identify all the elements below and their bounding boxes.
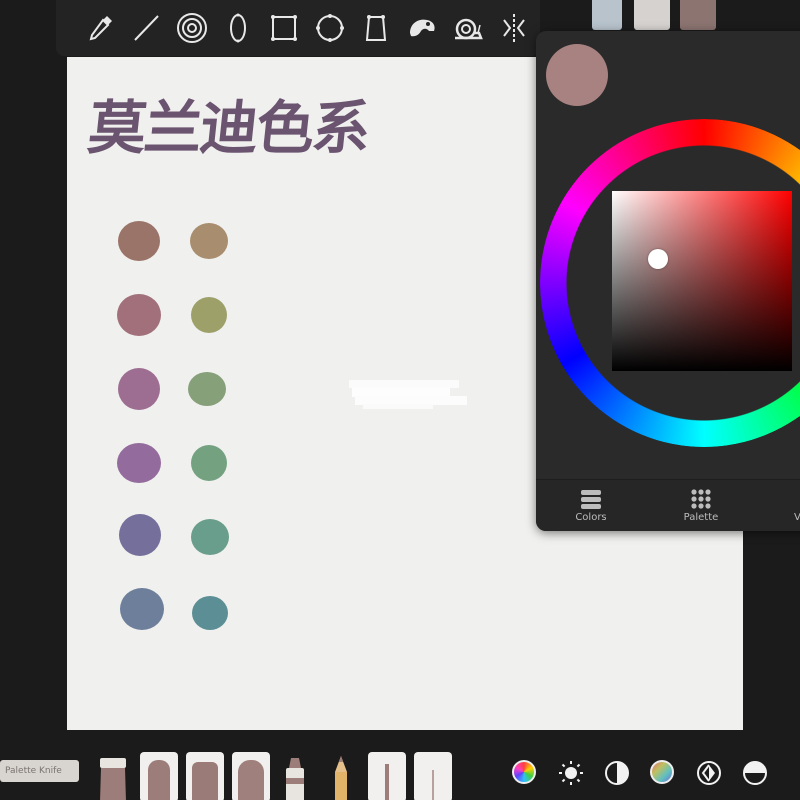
paint-swatch-right-1 (190, 223, 228, 259)
hue-icon[interactable] (650, 760, 676, 786)
paint-swatch-right-3 (188, 372, 226, 406)
paint-swatch-left-5 (119, 514, 161, 556)
paint-swatch-left-2 (117, 294, 161, 336)
palette-grid-icon (691, 489, 711, 509)
brush-fine-card[interactable] (414, 752, 452, 800)
line-icon[interactable] (126, 8, 166, 48)
top-swatch-2[interactable] (634, 0, 670, 30)
pencil-icon[interactable] (328, 754, 354, 800)
concentric-circles-icon[interactable] (172, 8, 212, 48)
brush-textured-card[interactable] (186, 752, 224, 800)
eyedropper-icon[interactable] (80, 8, 120, 48)
brush-textured-tip (192, 762, 218, 800)
contrast-icon[interactable] (604, 760, 630, 786)
color-picker-cursor[interactable] (648, 249, 668, 269)
half-circle-icon[interactable] (742, 760, 768, 786)
paint-tube-icon[interactable] (96, 754, 130, 800)
top-toolbar (56, 0, 540, 56)
perspective-rect-icon[interactable] (356, 8, 396, 48)
colors-stack-icon (581, 490, 601, 509)
brush-thin-card[interactable] (368, 752, 406, 800)
paint-swatch-left-3 (118, 368, 160, 410)
paint-swatch-right-4 (191, 445, 227, 481)
brush-round-tip (238, 760, 264, 800)
brush-round-card[interactable] (232, 752, 270, 800)
brush-thin-tip (385, 764, 389, 800)
paint-swatch-right-6 (192, 596, 228, 630)
bottom-toolbar: Palette Knife (0, 740, 800, 800)
paint-swatch-right-2 (191, 297, 227, 333)
paint-swatch-left-1 (118, 221, 160, 261)
brush-flat-card[interactable] (140, 752, 178, 800)
top-swatch-3[interactable] (680, 0, 716, 30)
invert-icon[interactable] (696, 760, 722, 786)
paint-swatch-right-5 (191, 519, 229, 555)
brush-fine-tip (432, 770, 434, 800)
tab-colors[interactable]: Colors (546, 488, 636, 523)
color-panel: Colors Palette V (536, 31, 800, 531)
current-color-swatch[interactable] (546, 44, 608, 106)
tab-palette[interactable]: Palette (656, 488, 746, 523)
circle-icon[interactable] (310, 8, 350, 48)
top-swatch-1[interactable] (592, 0, 622, 30)
paint-swatch-left-6 (120, 588, 164, 630)
white-smudge (349, 380, 467, 409)
color-wheel-icon[interactable] (512, 760, 538, 786)
saturation-value-square[interactable] (612, 191, 792, 371)
paint-swatch-left-4 (117, 443, 161, 483)
ellipse-icon[interactable] (218, 8, 258, 48)
app-window: 莫兰迪色系 Colors Palette V Palette Knife (0, 0, 800, 800)
brightness-icon[interactable] (558, 760, 584, 786)
rectangle-icon[interactable] (264, 8, 304, 48)
symmetry-icon[interactable] (494, 8, 534, 48)
brush-flat-tip (148, 760, 170, 800)
snail-icon[interactable] (448, 8, 488, 48)
marker-icon[interactable] (282, 754, 308, 800)
tab-value[interactable]: V (766, 488, 800, 523)
color-panel-tabs: Colors Palette V (536, 479, 800, 531)
active-tool-label: Palette Knife (0, 760, 79, 782)
chameleon-icon[interactable] (402, 8, 442, 48)
